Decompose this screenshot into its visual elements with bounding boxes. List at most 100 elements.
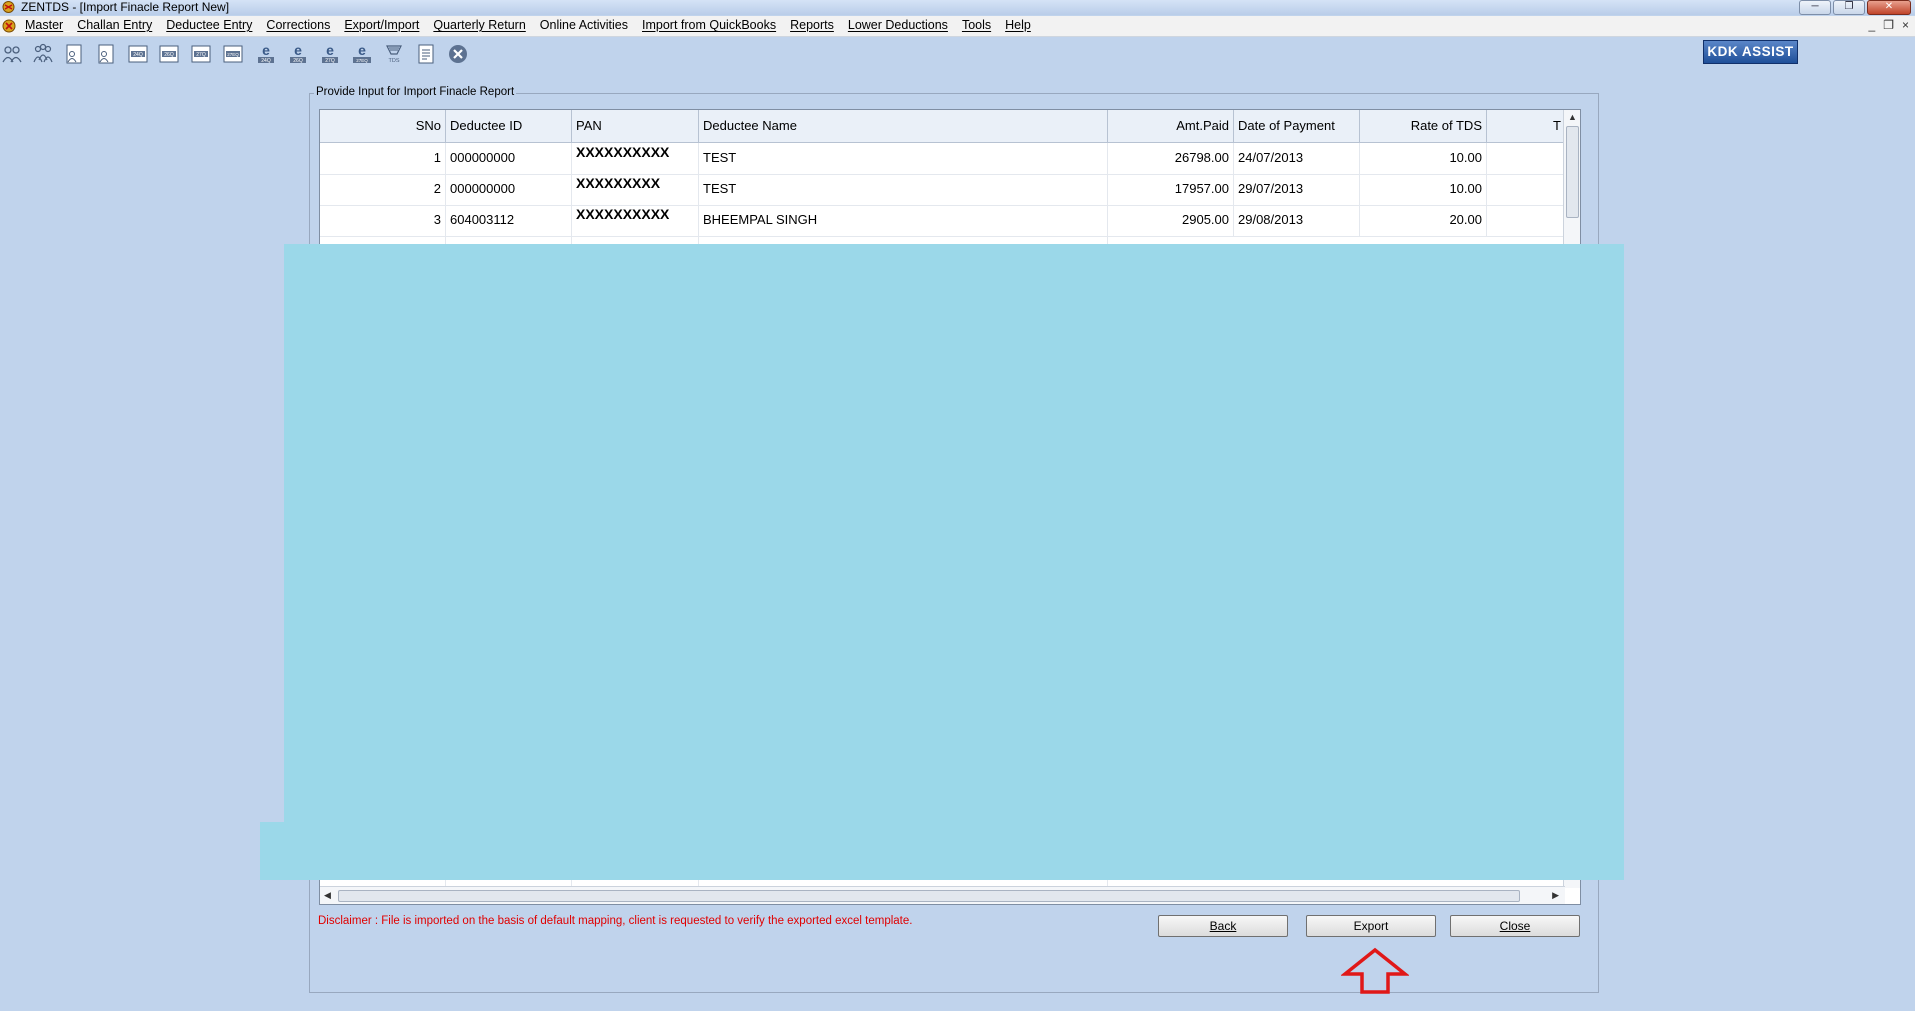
- deductee-icon[interactable]: [63, 42, 85, 66]
- form-27q-icon[interactable]: 27Q: [190, 42, 212, 66]
- cell-sno: 2: [320, 174, 446, 205]
- cell-deductee-name: TEST: [699, 143, 1108, 174]
- cell-amt-paid: 17957.00: [1108, 174, 1234, 205]
- export-button-label: Export: [1353, 919, 1389, 933]
- kdk-assist-button[interactable]: KDK ASSIST: [1703, 40, 1798, 64]
- back-button-label: Back: [1209, 919, 1237, 933]
- mdi-restore-button[interactable]: ❐: [1883, 18, 1894, 32]
- menu-challan-entry[interactable]: Challan Entry: [77, 18, 152, 32]
- cell-pan: XXXXXXXXX: [572, 174, 699, 205]
- e-27q-label: 27Q: [325, 58, 335, 64]
- menu-reports[interactable]: Reports: [790, 18, 834, 32]
- cell-deductee-name: BHEEMPAL SINGH: [699, 205, 1108, 236]
- users-group-icon[interactable]: [32, 42, 54, 66]
- form-27eq-label: 27EQ: [227, 52, 239, 57]
- tds-icon[interactable]: TDS: [383, 42, 405, 66]
- table-row[interactable]: 3 604003112 XXXXXXXXXX BHEEMPAL SINGH 29…: [320, 205, 1565, 237]
- close-button[interactable]: Close: [1450, 915, 1580, 937]
- col-header-amt-paid[interactable]: Amt.Paid: [1108, 110, 1234, 142]
- e-27q-icon[interactable]: e 27Q: [319, 42, 341, 66]
- svg-text:e: e: [262, 42, 270, 58]
- window-title: ZENTDS - [Import Finacle Report New]: [21, 0, 230, 14]
- toolbar: 24Q 26Q 27Q 27EQ e 24Q e 26Q e 27Q e 27E…: [0, 38, 1915, 70]
- col-header-deductee-id[interactable]: Deductee ID: [446, 110, 572, 142]
- menu-deductee-entry[interactable]: Deductee Entry: [166, 18, 252, 32]
- form-27eq-icon[interactable]: 27EQ: [222, 42, 244, 66]
- cell-deductee-id: 000000000: [446, 174, 572, 205]
- e-24q-label: 24Q: [261, 58, 271, 64]
- cell-date-of-payment: 24/07/2013: [1234, 143, 1360, 174]
- close-window-button[interactable]: ✕: [1867, 0, 1911, 15]
- app-logo-icon: [2, 1, 15, 13]
- tds-label: TDS: [389, 58, 400, 64]
- report-icon[interactable]: [415, 42, 437, 66]
- cell-amt-paid: 2905.00: [1108, 205, 1234, 236]
- menu-bar: Master Challan Entry Deductee Entry Corr…: [0, 16, 1915, 37]
- col-header-sno[interactable]: SNo: [320, 110, 446, 142]
- cell-pan: XXXXXXXXXX: [572, 205, 699, 236]
- menu-corrections[interactable]: Corrections: [266, 18, 330, 32]
- grid-header: SNo Deductee ID PAN Deductee Name Amt.Pa…: [320, 110, 1565, 143]
- cell-deductee-id: 000000000: [446, 143, 572, 174]
- restore-button[interactable]: ❐: [1833, 0, 1865, 15]
- col-header-pan[interactable]: PAN: [572, 110, 699, 142]
- scroll-left-icon[interactable]: ◀: [324, 890, 331, 901]
- back-button[interactable]: Back: [1158, 915, 1288, 937]
- col-header-deductee-name[interactable]: Deductee Name: [699, 110, 1108, 142]
- mdi-minimize-button[interactable]: _: [1869, 18, 1876, 32]
- menu-lower-deductions[interactable]: Lower Deductions: [848, 18, 948, 32]
- col-header-date-of-payment[interactable]: Date of Payment: [1234, 110, 1360, 142]
- scroll-right-icon[interactable]: ▶: [1552, 890, 1559, 901]
- e-26q-icon[interactable]: e 26Q: [287, 42, 309, 66]
- mdi-controls: _ ❐ ×: [1869, 18, 1909, 32]
- cell-amt-paid: 26798.00: [1108, 143, 1234, 174]
- redaction-overlay-lower: [260, 822, 1624, 880]
- form-26q-icon[interactable]: 26Q: [158, 42, 180, 66]
- svg-text:e: e: [326, 42, 334, 58]
- table-row[interactable]: 2 000000000 XXXXXXXXX TEST 17957.00 29/0…: [320, 174, 1565, 206]
- horizontal-scroll-thumb[interactable]: [338, 890, 1520, 902]
- cell-deductee-name: TEST: [699, 174, 1108, 205]
- form-24q-icon[interactable]: 24Q: [127, 42, 149, 66]
- cell-rate-of-tds: 20.00: [1360, 205, 1487, 236]
- e-24q-icon[interactable]: e 24Q: [255, 42, 277, 66]
- form-27q-label: 27Q: [196, 52, 206, 58]
- menu-export-import[interactable]: Export/Import: [344, 18, 419, 32]
- menu-tools[interactable]: Tools: [962, 18, 991, 32]
- deductor-icon[interactable]: [1, 42, 23, 66]
- table-row[interactable]: 1 000000000 XXXXXXXXXX TEST 26798.00 24/…: [320, 143, 1565, 175]
- menu-master[interactable]: Master: [25, 18, 63, 32]
- cell-pan: XXXXXXXXXX: [572, 143, 699, 174]
- export-button[interactable]: Export: [1306, 915, 1436, 937]
- redaction-overlay: [284, 244, 1624, 824]
- cell-date-of-payment: 29/07/2013: [1234, 174, 1360, 205]
- form-26q-label: 26Q: [164, 52, 174, 58]
- cell-rate-of-tds: 10.00: [1360, 143, 1487, 174]
- scroll-up-icon[interactable]: ▲: [1568, 112, 1577, 122]
- menu-quarterly-return[interactable]: Quarterly Return: [433, 18, 525, 32]
- e-27eq-icon[interactable]: e 27EQ: [351, 42, 373, 66]
- e-27eq-label: 27EQ: [356, 58, 368, 63]
- disclaimer-text: Disclaimer : File is imported on the bas…: [318, 915, 913, 927]
- cell-sno: 3: [320, 205, 446, 236]
- cell-deductee-id: 604003112: [446, 205, 572, 236]
- window-controls: ─ ❐ ✕: [1799, 0, 1911, 15]
- document-logo-icon: [2, 19, 16, 33]
- horizontal-scrollbar[interactable]: ◀ ▶: [320, 886, 1565, 904]
- menu-online-activities[interactable]: Online Activities: [540, 18, 628, 32]
- menu-import-quickbooks[interactable]: Import from QuickBooks: [642, 18, 776, 32]
- col-header-t[interactable]: T: [1487, 110, 1565, 142]
- mdi-close-button[interactable]: ×: [1902, 18, 1909, 32]
- cell-sno: 1: [320, 143, 446, 174]
- close-button-label: Close: [1499, 919, 1531, 933]
- vertical-scroll-thumb[interactable]: [1566, 126, 1579, 218]
- close-circle-icon[interactable]: [447, 42, 469, 66]
- e-26q-label: 26Q: [293, 58, 303, 64]
- minimize-button[interactable]: ─: [1799, 0, 1831, 15]
- svg-text:e: e: [358, 42, 366, 58]
- cell-date-of-payment: 29/08/2013: [1234, 205, 1360, 236]
- col-header-rate-of-tds[interactable]: Rate of TDS: [1360, 110, 1487, 142]
- menu-help[interactable]: Help: [1005, 18, 1031, 32]
- deductee-alt-icon[interactable]: [95, 42, 117, 66]
- up-arrow-annotation-icon: [1341, 947, 1409, 994]
